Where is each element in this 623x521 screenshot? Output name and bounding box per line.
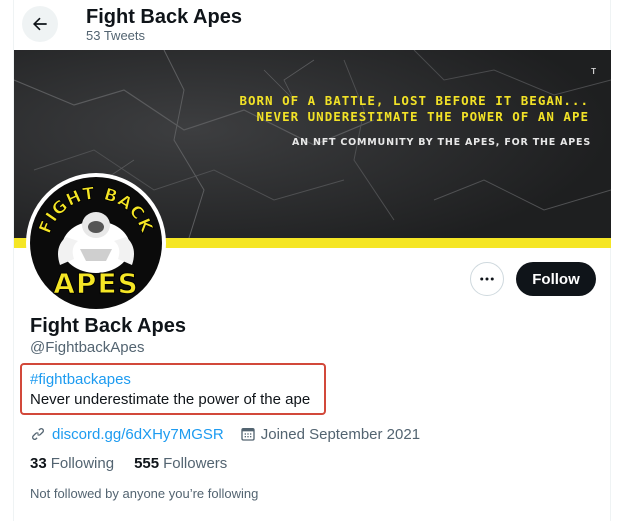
followers-link[interactable]: 555 Followers <box>134 455 227 473</box>
avatar-text-bottom: APES <box>53 267 138 300</box>
bio-hashtag-link[interactable]: #fightbackapes <box>30 371 131 389</box>
followers-count: 555 <box>134 455 160 472</box>
banner-tagline-3: AN NFT COMMUNITY BY THE APES, FOR THE AP… <box>291 137 591 148</box>
following-label: Following <box>50 455 115 472</box>
avatar[interactable]: FIGHT BACK APES <box>26 173 166 313</box>
following-count: 33 <box>30 455 47 472</box>
profile-name: Fight Back Apes <box>30 315 186 337</box>
avatar-image: FIGHT BACK APES <box>30 177 162 309</box>
banner-tagline-1: BORN OF A BATTLE, LOST BEFORE IT BEGAN..… <box>239 93 589 108</box>
banner-mark: T <box>591 67 596 76</box>
bio-text: Never underestimate the power of the ape <box>30 391 311 408</box>
follow-button[interactable]: Follow <box>516 262 596 296</box>
followers-label: Followers <box>163 455 228 472</box>
ape-logo: FIGHT BACK APES <box>35 183 156 300</box>
follow-stats: 33 Following 555 Followers <box>30 455 247 473</box>
profile-handle: @FightbackApes <box>30 339 145 356</box>
arrow-left-icon <box>33 17 47 31</box>
more-horizontal-icon <box>480 277 494 281</box>
tweet-count: 53 Tweets <box>86 28 146 43</box>
following-link[interactable]: 33 Following <box>30 455 114 473</box>
banner-tagline-2: NEVER UNDERESTIMATE THE POWER OF AN APE <box>256 109 589 124</box>
link-icon <box>32 428 44 440</box>
back-button[interactable] <box>22 6 58 42</box>
calendar-icon <box>241 428 255 441</box>
not-followed-note: Not followed by anyone you’re following <box>30 486 259 501</box>
more-button[interactable] <box>470 262 504 296</box>
profile-meta: discord.gg/6dXHy7MGSR Joined September 2… <box>30 424 420 444</box>
profile-website-link[interactable]: discord.gg/6dXHy7MGSR <box>52 426 224 443</box>
header-title: Fight Back Apes <box>86 6 242 28</box>
joined-date: Joined September 2021 <box>260 425 421 443</box>
